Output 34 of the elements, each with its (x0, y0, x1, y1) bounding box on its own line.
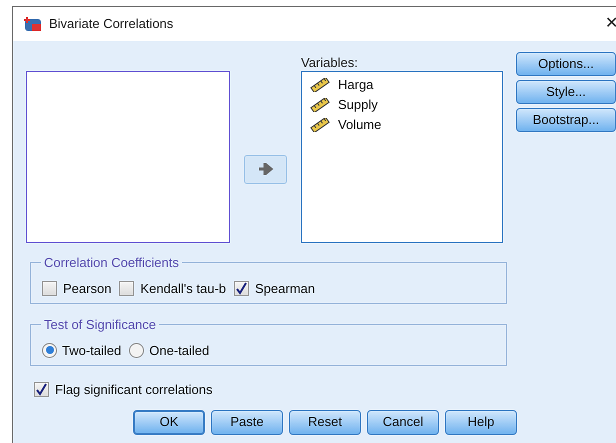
variable-item[interactable]: Supply (338, 95, 378, 115)
dialog-button[interactable]: Reset (289, 410, 361, 434)
dialog-button[interactable]: Options... (516, 52, 616, 76)
variables-label: Variables: (301, 55, 359, 71)
checkbox[interactable] (234, 280, 250, 296)
variable-item[interactable]: Volume (338, 115, 382, 135)
source-list[interactable] (26, 71, 230, 243)
ruler-icon (310, 98, 330, 112)
dialog-button[interactable]: Cancel (367, 410, 439, 434)
radio-label: One-tailed (149, 342, 210, 360)
variable-item[interactable]: Harga (338, 75, 374, 95)
dialog-button[interactable]: Style... (516, 80, 616, 104)
radio-button[interactable] (129, 342, 144, 358)
dialog-button[interactable]: Help (445, 410, 517, 434)
checkbox-label: Pearson (63, 280, 112, 298)
arrow-icon (258, 163, 274, 175)
dialog-button[interactable]: OK (133, 410, 205, 434)
checkbox[interactable] (119, 280, 134, 296)
ruler-icon (310, 118, 330, 132)
radio-label: Two-tailed (62, 342, 122, 360)
checkbox-label: Spearman (255, 280, 315, 298)
window-title: Bivariate Correlations (49, 15, 174, 34)
variables-list[interactable]: Harga Supply Volume (301, 71, 503, 243)
dialog-button[interactable]: Bootstrap... (516, 108, 616, 132)
checkbox[interactable] (34, 382, 49, 398)
close-button[interactable]: ✕ (605, 12, 616, 36)
checkbox-label: Kendall's tau-b (140, 280, 226, 298)
app-icon (23, 16, 43, 32)
dialog-button[interactable]: Paste (211, 410, 283, 434)
checkbox-label: Flag significant correlations (55, 381, 213, 399)
move-button[interactable] (244, 154, 287, 184)
ruler-icon (310, 78, 330, 92)
radio-button[interactable] (42, 342, 57, 358)
checkbox[interactable] (42, 280, 57, 296)
